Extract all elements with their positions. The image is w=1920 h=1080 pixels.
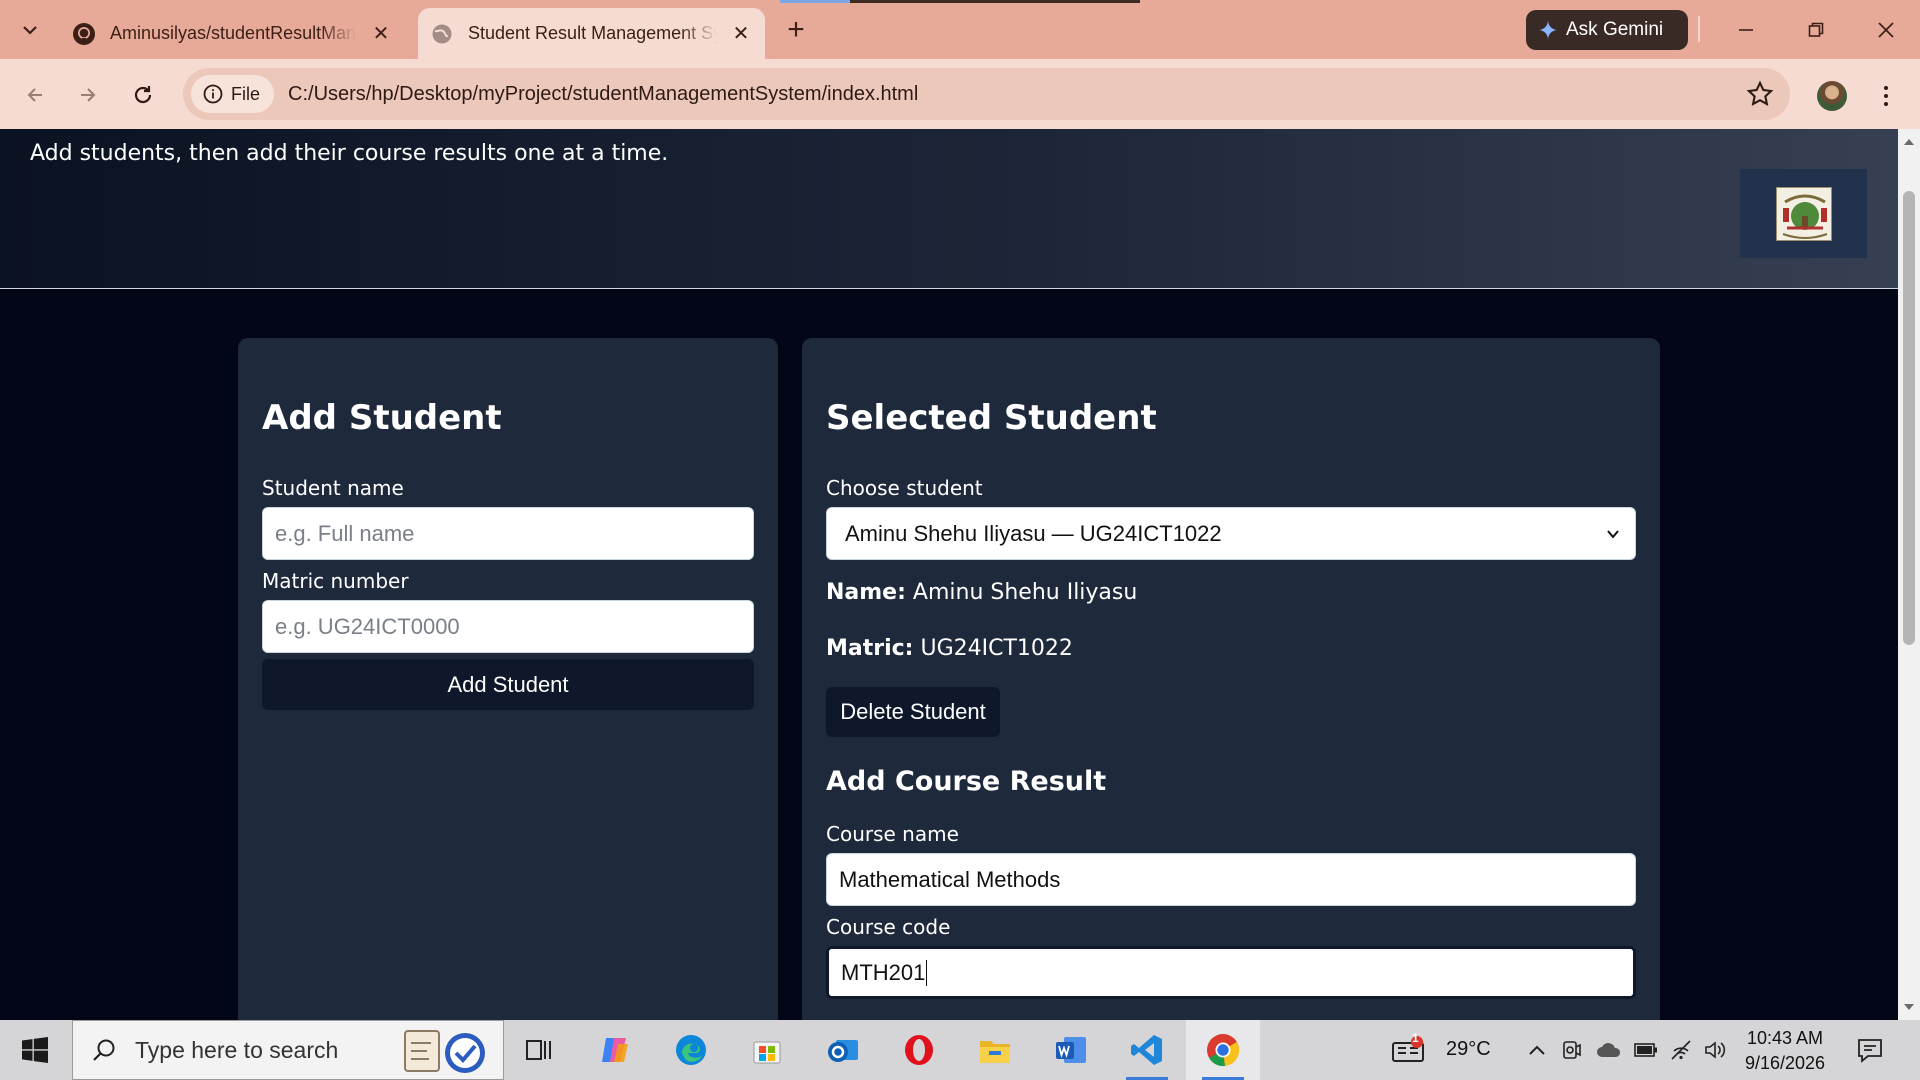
- ask-gemini-label: Ask Gemini: [1566, 19, 1664, 40]
- page-viewport: Add students, then add their course resu…: [0, 129, 1898, 1020]
- vscode-icon[interactable]: [1110, 1020, 1184, 1080]
- taskbar-search[interactable]: Type here to search: [72, 1020, 504, 1080]
- matric-number-label: Matric number: [262, 569, 409, 593]
- page-scrollbar[interactable]: [1898, 129, 1920, 1020]
- microsoft-store-icon[interactable]: [730, 1020, 804, 1080]
- profile-avatar[interactable]: [1817, 81, 1847, 111]
- notification-count: 1: [1412, 1031, 1419, 1045]
- word-icon[interactable]: [1034, 1020, 1108, 1080]
- opera-icon[interactable]: [882, 1020, 956, 1080]
- tab-github[interactable]: Aminusilyas/studentResultManagementSyste…: [60, 8, 405, 59]
- outlook-icon[interactable]: [806, 1020, 880, 1080]
- windows-start-icon[interactable]: [0, 1020, 70, 1080]
- clock-date: 9/16/2026: [1744, 1053, 1826, 1073]
- wifi-icon[interactable]: [1670, 1039, 1694, 1061]
- forward-arrow-icon[interactable]: [70, 77, 106, 113]
- course-code-value: MTH201: [841, 959, 926, 985]
- add-student-title: Add Student: [262, 398, 502, 438]
- new-tab-plus-icon[interactable]: +: [780, 13, 812, 46]
- student-name-label: Student name: [262, 476, 404, 500]
- edge-icon[interactable]: [654, 1020, 728, 1080]
- windows-taskbar: Type here to search 1 29°C 10:43 AM 9/16…: [0, 1020, 1920, 1080]
- course-code-label: Course code: [826, 915, 951, 939]
- add-course-result-heading: Add Course Result: [826, 766, 1107, 797]
- student-name-input[interactable]: e.g. Full name: [262, 507, 754, 560]
- selected-option: Aminu Shehu Iliyasu — UG24ICT1022: [845, 520, 1222, 546]
- text-caret: [926, 959, 928, 986]
- scroll-down-icon[interactable]: [1903, 1002, 1915, 1012]
- tab-title: Aminusilyas/studentResultManagementSyste…: [110, 23, 357, 43]
- onedrive-cloud-icon[interactable]: [1596, 1040, 1622, 1060]
- divider: [1698, 16, 1700, 42]
- matric-number-input[interactable]: e.g. UG24ICT0000: [262, 600, 754, 653]
- close-tab-icon[interactable]: ✕: [727, 20, 755, 48]
- reload-icon[interactable]: [125, 77, 161, 113]
- add-student-button[interactable]: Add Student: [262, 659, 754, 710]
- news-widget-icon[interactable]: 1: [1380, 1020, 1436, 1080]
- globe-icon: [430, 22, 454, 46]
- search-placeholder: Type here to search: [135, 1036, 339, 1063]
- student-matric-info: Matric: UG24ICT1022: [826, 636, 1073, 661]
- minimize-icon[interactable]: [1722, 10, 1770, 50]
- course-name-label: Course name: [826, 822, 959, 846]
- info-icon: [203, 84, 223, 104]
- restore-icon[interactable]: [1792, 10, 1840, 50]
- choose-student-label: Choose student: [826, 476, 983, 500]
- tab-student-result[interactable]: Student Result Management System ✕: [418, 8, 765, 59]
- course-name-input[interactable]: Mathematical Methods: [826, 853, 1636, 906]
- address-bar[interactable]: File C:/Users/hp/Desktop/myProject/stude…: [183, 68, 1790, 120]
- volume-icon[interactable]: [1704, 1040, 1728, 1060]
- search-icon: [93, 1039, 115, 1061]
- bookmark-star-icon[interactable]: [1746, 80, 1774, 108]
- site-info-label: File: [231, 83, 261, 104]
- selected-student-panel: Selected Student Choose student Aminu Sh…: [802, 338, 1660, 1020]
- selected-student-title: Selected Student: [826, 398, 1157, 438]
- clock-time: 10:43 AM: [1746, 1028, 1824, 1048]
- system-clock[interactable]: 10:43 AM 9/16/2026: [1730, 1026, 1840, 1076]
- matric-value: UG24ICT1022: [920, 636, 1073, 661]
- url-text[interactable]: C:/Users/hp/Desktop/myProject/studentMan…: [288, 83, 918, 106]
- choose-student-select[interactable]: Aminu Shehu Iliyasu — UG24ICT1022: [826, 507, 1636, 560]
- tab-search-button[interactable]: [14, 14, 46, 46]
- chevron-up-icon[interactable]: [1528, 1042, 1546, 1058]
- name-value: Aminu Shehu Iliyasu: [912, 580, 1138, 605]
- chrome-icon[interactable]: [1186, 1020, 1260, 1080]
- notification-center-icon[interactable]: [1856, 1036, 1884, 1064]
- gemini-sparkle-icon: [1538, 20, 1558, 40]
- school-logo: [1775, 186, 1832, 241]
- site-info-chip[interactable]: File: [191, 75, 275, 113]
- search-highlight-icon: [404, 1030, 485, 1073]
- ask-gemini-button[interactable]: Ask Gemini: [1526, 10, 1688, 50]
- scroll-thumb[interactable]: [1903, 191, 1915, 645]
- tab-strip: Aminusilyas/studentResultManagementSyste…: [0, 0, 1920, 59]
- delete-student-button[interactable]: Delete Student: [826, 687, 1000, 737]
- weather-temperature[interactable]: 29°C: [1446, 1038, 1491, 1061]
- copilot-icon[interactable]: [578, 1020, 652, 1080]
- github-icon: [72, 22, 96, 46]
- browser-toolbar: File C:/Users/hp/Desktop/myProject/stude…: [0, 59, 1920, 129]
- task-view-icon[interactable]: [502, 1020, 576, 1080]
- matric-label: Matric:: [826, 636, 914, 661]
- scroll-up-icon[interactable]: [1903, 137, 1915, 147]
- battery-icon[interactable]: [1634, 1042, 1658, 1058]
- course-code-input[interactable]: MTH201: [826, 946, 1636, 999]
- page-header: Add students, then add their course resu…: [0, 129, 1898, 289]
- page-subtitle: Add students, then add their course resu…: [30, 141, 669, 166]
- chevron-down-icon: [1607, 530, 1619, 539]
- back-arrow-icon[interactable]: [17, 77, 53, 113]
- meet-now-icon[interactable]: [1562, 1039, 1582, 1061]
- student-name-info: Name: Aminu Shehu Iliyasu: [826, 580, 1137, 605]
- tab-title: Student Result Management System: [468, 23, 717, 43]
- name-label: Name:: [826, 580, 906, 605]
- window-close-icon[interactable]: [1862, 10, 1910, 50]
- file-explorer-icon[interactable]: [958, 1020, 1032, 1080]
- close-tab-icon[interactable]: ✕: [367, 20, 395, 48]
- loading-indicator: [780, 0, 1140, 3]
- more-menu-icon[interactable]: [1872, 79, 1900, 113]
- logo-container: [1740, 169, 1867, 258]
- add-student-panel: Add Student Student name e.g. Full name …: [238, 338, 778, 1020]
- chevron-down-icon: [23, 26, 37, 35]
